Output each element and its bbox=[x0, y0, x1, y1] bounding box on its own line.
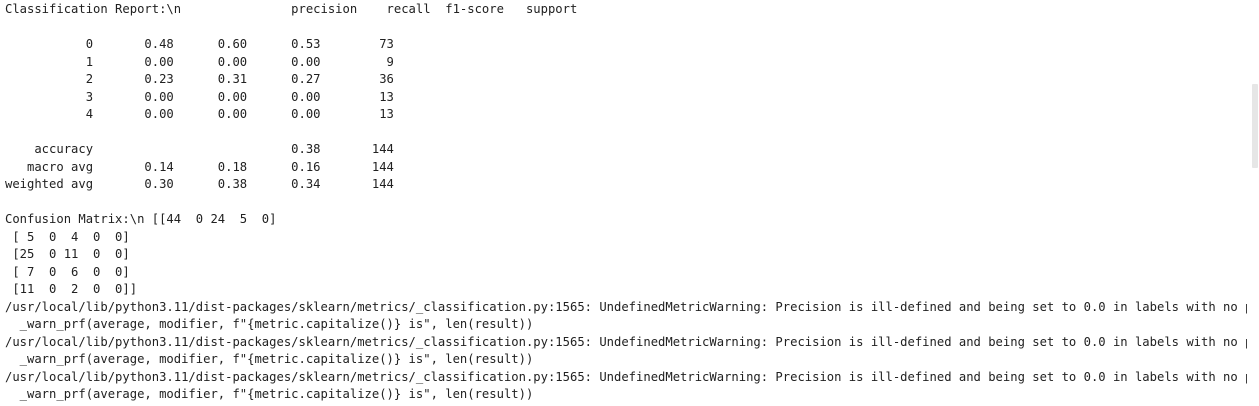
warning-line: /usr/local/lib/python3.11/dist-packages/… bbox=[5, 334, 1247, 349]
report-row-weighted-avg: weighted avg 0.30 0.38 0.34 144 bbox=[5, 177, 394, 191]
confusion-matrix-row-3: [ 7 0 6 0 0] bbox=[5, 264, 130, 279]
report-header-line: Classification Report:\n precision recal… bbox=[5, 2, 578, 16]
warning-line: /usr/local/lib/python3.11/dist-packages/… bbox=[5, 299, 1247, 314]
warning-source-line: _warn_prf(average, modifier, f"{metric.c… bbox=[5, 317, 534, 331]
report-row-class-0: 0 0.48 0.60 0.53 73 bbox=[5, 37, 394, 51]
confusion-matrix-row-1: [ 5 0 4 0 0] bbox=[5, 229, 130, 244]
report-row-class-4: 4 0.00 0.00 0.00 13 bbox=[5, 107, 394, 121]
confusion-matrix-row-4: [11 0 2 0 0]] bbox=[5, 282, 138, 296]
cell-output-area: Classification Report:\n precision recal… bbox=[5, 1, 1247, 406]
report-row-macro-avg: macro avg 0.14 0.18 0.16 144 bbox=[5, 159, 394, 174]
vertical-scrollbar[interactable] bbox=[1251, 0, 1259, 406]
report-row-accuracy: accuracy 0.38 144 bbox=[5, 142, 394, 156]
warning-line: /usr/local/lib/python3.11/dist-packages/… bbox=[5, 369, 1247, 384]
confusion-matrix-row-2: [25 0 11 0 0] bbox=[5, 247, 130, 261]
scrollbar-thumb[interactable] bbox=[1252, 84, 1258, 168]
report-row-class-1: 1 0.00 0.00 0.00 9 bbox=[5, 54, 394, 69]
report-row-class-2: 2 0.23 0.31 0.27 36 bbox=[5, 72, 394, 86]
report-row-class-3: 3 0.00 0.00 0.00 13 bbox=[5, 89, 394, 104]
confusion-matrix-row-0: Confusion Matrix:\n [[44 0 24 5 0] bbox=[5, 212, 277, 226]
warning-source-line: _warn_prf(average, modifier, f"{metric.c… bbox=[5, 352, 534, 366]
warning-source-line: _warn_prf(average, modifier, f"{metric.c… bbox=[5, 387, 534, 401]
